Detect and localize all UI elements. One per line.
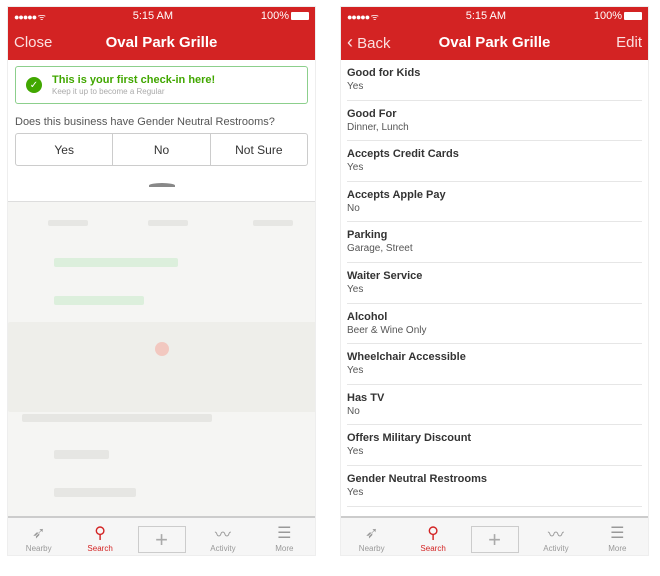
activity-icon: 〰 bbox=[547, 527, 564, 544]
attribute-name: Waiter Service bbox=[347, 269, 423, 282]
attribute-list: Good for Kids Yes Good For Dinner, Lunch Acc… bbox=[341, 60, 648, 507]
attribute-row: Good For Dinner, Lunch bbox=[347, 101, 642, 142]
battery-icon bbox=[291, 12, 309, 21]
attribute-value: Yes bbox=[347, 486, 364, 498]
checkmark-badge-icon: ✓ bbox=[26, 77, 42, 93]
battery-icon bbox=[624, 12, 642, 21]
close-button[interactable]: Close bbox=[14, 34, 52, 51]
activity-icon: 〰 bbox=[214, 527, 231, 544]
attribute-value: No bbox=[347, 405, 360, 417]
attribute-row: Wheelchair Accessible Yes bbox=[347, 344, 642, 385]
battery-status: 100% bbox=[261, 10, 309, 22]
banner-title: This is your first check-in here! bbox=[52, 74, 216, 86]
tab-add[interactable]: + bbox=[131, 518, 192, 555]
plus-icon: + bbox=[470, 526, 519, 553]
attribute-row: Good for Kids Yes bbox=[347, 60, 642, 101]
attribute-name: Offers Military Discount bbox=[347, 432, 472, 445]
tab-nearby[interactable]: ➶ Nearby bbox=[341, 518, 402, 555]
attribute-value: Yes bbox=[347, 365, 364, 377]
compass-icon: ➶ bbox=[365, 525, 379, 542]
tab-nearby[interactable]: ➶ Nearby bbox=[8, 518, 69, 555]
attribute-row: Alcohol Beer & Wine Only bbox=[347, 304, 642, 345]
attribute-row: Offers Military Discount Yes bbox=[347, 425, 642, 466]
attribute-row: Waiter Service Yes bbox=[347, 263, 642, 304]
menu-icon: ☰ bbox=[610, 525, 625, 542]
plus-icon: + bbox=[137, 526, 186, 553]
attribute-row: Has TV No bbox=[347, 385, 642, 426]
attribute-value: Yes bbox=[347, 162, 364, 174]
attribute-value: No bbox=[347, 202, 360, 214]
edit-button[interactable]: Edit bbox=[616, 34, 642, 51]
signal-icon: ●●●●● ᯤ bbox=[347, 11, 379, 22]
attribute-name: Gender Neutral Restrooms bbox=[347, 472, 487, 485]
status-bar: ●●●●● ᯤ 5:15 AM 100% bbox=[341, 7, 648, 25]
attribute-value: Yes bbox=[347, 81, 364, 92]
checkin-screen: ●●●●● ᯤ 5:15 AM 100% Close Oval Park Gri… bbox=[7, 6, 316, 556]
banner-subtitle: Keep it up to become a Regular bbox=[52, 87, 165, 96]
answer-no-button[interactable]: No bbox=[113, 134, 211, 165]
attribute-value: Yes bbox=[347, 446, 364, 458]
menu-icon: ☰ bbox=[277, 525, 292, 542]
attribute-row: Accepts Apple Pay No bbox=[347, 182, 642, 223]
attribute-row: Gender Neutral Restrooms Yes bbox=[347, 466, 642, 507]
attribute-value: Garage, Street bbox=[347, 243, 413, 255]
tab-search[interactable]: ⚲ Search bbox=[402, 518, 463, 555]
attributes-screen: ●●●●● ᯤ 5:15 AM 100% ‹ Back Oval Park Gr… bbox=[340, 6, 649, 556]
status-bar: ●●●●● ᯤ 5:15 AM 100% bbox=[8, 7, 315, 25]
tab-activity[interactable]: 〰 Activity bbox=[192, 518, 253, 555]
attribute-row: Accepts Credit Cards Yes bbox=[347, 141, 642, 182]
status-time: 5:15 AM bbox=[132, 10, 174, 22]
answer-segmented-control: Yes No Not Sure bbox=[15, 133, 308, 166]
tab-add[interactable]: + bbox=[464, 518, 525, 555]
attribute-row: Parking Garage, Street bbox=[347, 222, 642, 263]
status-time: 5:15 AM bbox=[465, 10, 507, 22]
attribute-name: Parking bbox=[347, 229, 388, 242]
attribute-name: Accepts Credit Cards bbox=[347, 148, 459, 161]
tab-activity[interactable]: 〰 Activity bbox=[525, 518, 586, 555]
attribute-value: Beer & Wine Only bbox=[347, 324, 427, 336]
dimmed-business-details bbox=[8, 201, 315, 516]
attribute-name: Wheelchair Accessible bbox=[347, 351, 466, 364]
battery-status: 100% bbox=[594, 10, 642, 22]
tab-bar: ➶ Nearby ⚲ Search + 〰 Activity ☰ More bbox=[341, 516, 648, 555]
search-icon: ⚲ bbox=[94, 525, 106, 542]
tab-bar: ➶ Nearby ⚲ Search + 〰 Activity ☰ More bbox=[8, 516, 315, 555]
question-text: Does this business have Gender Neutral R… bbox=[15, 116, 275, 128]
search-icon: ⚲ bbox=[427, 525, 439, 542]
drag-handle[interactable] bbox=[148, 183, 175, 188]
answer-yes-button[interactable]: Yes bbox=[16, 134, 114, 165]
nav-bar: ‹ Back Oval Park Grille Edit bbox=[341, 25, 648, 60]
tab-more[interactable]: ☰ More bbox=[254, 518, 315, 555]
signal-icon: ●●●●● ᯤ bbox=[14, 11, 46, 22]
attribute-value: Yes bbox=[347, 283, 364, 295]
tab-search[interactable]: ⚲ Search bbox=[69, 518, 130, 555]
attribute-name: Good for Kids bbox=[347, 67, 421, 79]
attribute-name: Good For bbox=[347, 107, 397, 120]
checkin-banner: ✓ This is your first check-in here! Keep… bbox=[15, 66, 308, 104]
compass-icon: ➶ bbox=[32, 525, 46, 542]
chevron-left-icon: ‹ bbox=[347, 32, 353, 52]
attribute-value: Dinner, Lunch bbox=[347, 121, 409, 133]
back-button[interactable]: ‹ Back bbox=[347, 32, 391, 53]
attribute-name: Accepts Apple Pay bbox=[347, 188, 446, 201]
answer-not-sure-button[interactable]: Not Sure bbox=[211, 134, 307, 165]
nav-bar: Close Oval Park Grille bbox=[8, 25, 315, 60]
tab-more[interactable]: ☰ More bbox=[587, 518, 648, 555]
attribute-name: Alcohol bbox=[347, 310, 388, 323]
page-title: Oval Park Grille bbox=[105, 34, 218, 51]
attribute-name: Has TV bbox=[347, 391, 385, 404]
